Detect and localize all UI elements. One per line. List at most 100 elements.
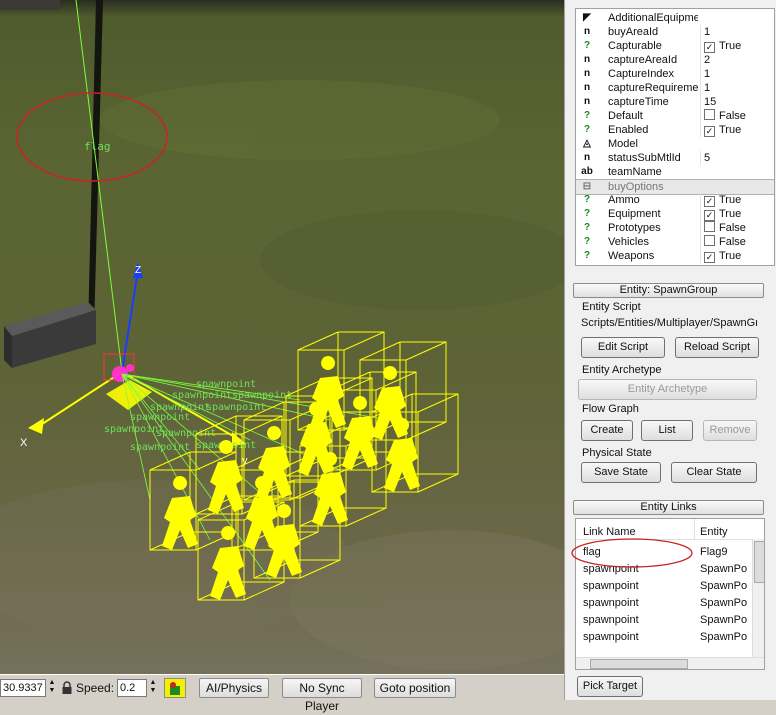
soldier-silhouette: [310, 356, 346, 430]
speed-input[interactable]: 0.2: [117, 679, 147, 697]
number-icon: n: [583, 82, 591, 93]
property-group-name: buyOptions: [608, 181, 664, 193]
property-value[interactable]: ✓ True: [700, 193, 774, 207]
svg-text:spawnpoint: spawnpoint: [206, 402, 266, 413]
checkbox-unchecked-icon[interactable]: [704, 109, 715, 120]
property-value[interactable]: ✓ True: [700, 39, 774, 53]
edit-script-button[interactable]: Edit Script: [581, 337, 665, 358]
flow-graph-label: Flow Graph: [582, 403, 639, 415]
property-row[interactable]: n CaptureIndex 1: [576, 67, 774, 81]
goto-position-button[interactable]: Goto position: [374, 678, 456, 698]
property-row[interactable]: ? Prototypes False: [576, 221, 774, 235]
svg-text:spawnpoint: spawnpoint: [196, 379, 256, 390]
lock-icon[interactable]: [60, 681, 74, 695]
property-row[interactable]: ? Vehicles False: [576, 235, 774, 249]
property-row[interactable]: ◬ Model: [576, 137, 774, 151]
entity-column-header[interactable]: Entity: [700, 526, 728, 538]
entity-archetype-button[interactable]: Entity Archetype: [578, 379, 757, 400]
clear-state-button[interactable]: Clear State: [671, 462, 757, 483]
property-row[interactable]: ? Capturable ✓ True: [576, 39, 774, 53]
entity-link-row[interactable]: spawnpoint SpawnPo: [576, 629, 752, 646]
property-row[interactable]: ? Default False: [576, 109, 774, 123]
x-axis-label: X: [20, 437, 28, 449]
property-row[interactable]: n buyAreaId 1: [576, 25, 774, 39]
3d-viewport[interactable]: flag Z X y spawnpoint spawnpoint spawnpo…: [0, 0, 564, 674]
svg-text:spawnpoint: spawnpoint: [232, 390, 292, 401]
entity-link-row[interactable]: spawnpoint SpawnPo: [576, 595, 752, 612]
link-entity: SpawnPo: [700, 580, 748, 592]
property-value[interactable]: 1: [700, 25, 774, 39]
checkbox-checked-icon[interactable]: ✓: [704, 252, 715, 263]
property-name: Capturable: [608, 40, 662, 52]
checkbox-checked-icon[interactable]: ✓: [704, 210, 715, 221]
property-row[interactable]: n statusSubMtlId 5: [576, 151, 774, 165]
property-name: buyAreaId: [608, 26, 659, 38]
x-axis-arrow[interactable]: [28, 418, 44, 434]
physical-state-label: Physical State: [582, 447, 652, 459]
number-icon: n: [583, 96, 591, 107]
number-icon: n: [583, 152, 591, 163]
checkbox-unchecked-icon[interactable]: [704, 235, 715, 246]
link-entity: SpawnPo: [700, 597, 748, 609]
model-icon: ◤: [583, 12, 591, 23]
collapse-toggle-icon[interactable]: ⊟: [580, 180, 594, 194]
bool-icon: ?: [583, 40, 591, 51]
coordinate-spinner[interactable]: ▲ ▼: [47, 679, 57, 697]
checkbox-checked-icon[interactable]: ✓: [704, 42, 715, 53]
property-value[interactable]: 15: [700, 95, 774, 109]
number-icon: n: [583, 26, 591, 37]
property-row[interactable]: n captureRequireme 1: [576, 81, 774, 95]
entity-link-row[interactable]: spawnpoint SpawnPo: [576, 578, 752, 595]
entity-link-row[interactable]: spawnpoint SpawnPo: [576, 612, 752, 629]
property-value[interactable]: 2: [700, 53, 774, 67]
pick-target-button[interactable]: Pick Target: [577, 676, 643, 697]
checkbox-checked-icon[interactable]: ✓: [704, 196, 715, 207]
properties-panel: ◤ AdditionalEquipme n buyAreaId 1? Capturable…: [564, 0, 776, 700]
property-row[interactable]: ? Equipment ✓ True: [576, 207, 774, 221]
create-flowgraph-button[interactable]: Create: [581, 420, 633, 441]
entity-properties-list[interactable]: ◤ AdditionalEquipme n buyAreaId 1? Capturable…: [575, 8, 775, 266]
property-value[interactable]: ✓ True: [700, 123, 774, 137]
save-state-button[interactable]: Save State: [581, 462, 661, 483]
reload-script-button[interactable]: Reload Script: [675, 337, 759, 358]
coordinate-input[interactable]: 30.9337: [0, 679, 46, 697]
remove-flowgraph-button[interactable]: Remove: [703, 420, 757, 441]
spawnpoint-box[interactable]: [297, 331, 385, 431]
link-entity: SpawnPo: [700, 631, 748, 643]
property-value[interactable]: 1: [700, 81, 774, 95]
property-value[interactable]: 1: [700, 67, 774, 81]
property-row[interactable]: n captureTime 15: [576, 95, 774, 109]
entity-links-header[interactable]: Entity Links: [573, 500, 764, 515]
bool-icon: ?: [583, 236, 591, 247]
checkbox-unchecked-icon[interactable]: [704, 221, 715, 232]
list-flowgraph-button[interactable]: List: [641, 420, 693, 441]
soldier-silhouette: [342, 396, 378, 470]
property-value[interactable]: False: [700, 109, 774, 123]
soldier-silhouette: [384, 418, 420, 492]
entity-section-header[interactable]: Entity: SpawnGroup: [573, 283, 764, 298]
string-icon: ab: [581, 166, 593, 177]
property-value[interactable]: 5: [700, 151, 774, 165]
property-row[interactable]: ab teamName: [576, 165, 774, 179]
speed-spinner[interactable]: ▲ ▼: [148, 679, 158, 697]
ai-physics-button[interactable]: AI/Physics: [199, 678, 269, 698]
entity-script-label: Entity Script: [582, 301, 641, 313]
no-sync-player-button[interactable]: No Sync Player: [282, 678, 362, 713]
property-row[interactable]: ? Enabled ✓ True: [576, 123, 774, 137]
checkbox-checked-icon[interactable]: ✓: [704, 126, 715, 137]
property-name: statusSubMtlId: [608, 152, 681, 164]
property-value[interactable]: False: [700, 221, 774, 235]
links-horizontal-scrollbar[interactable]: [576, 657, 764, 669]
terrain-follow-icon[interactable]: [164, 678, 186, 698]
property-row[interactable]: ? Weapons ✓ True: [576, 249, 774, 263]
property-name: Default: [608, 110, 643, 122]
number-icon: n: [583, 54, 591, 65]
links-vertical-scrollbar[interactable]: [752, 539, 764, 657]
property-row[interactable]: ◤ AdditionalEquipme: [576, 11, 774, 25]
property-row[interactable]: ? Ammo ✓ True: [576, 193, 774, 207]
property-value[interactable]: ✓ True: [700, 207, 774, 221]
property-value[interactable]: False: [700, 235, 774, 249]
property-value[interactable]: ✓ True: [700, 249, 774, 263]
property-row[interactable]: n captureAreaId 2: [576, 53, 774, 67]
link-entity: SpawnPo: [700, 563, 748, 575]
